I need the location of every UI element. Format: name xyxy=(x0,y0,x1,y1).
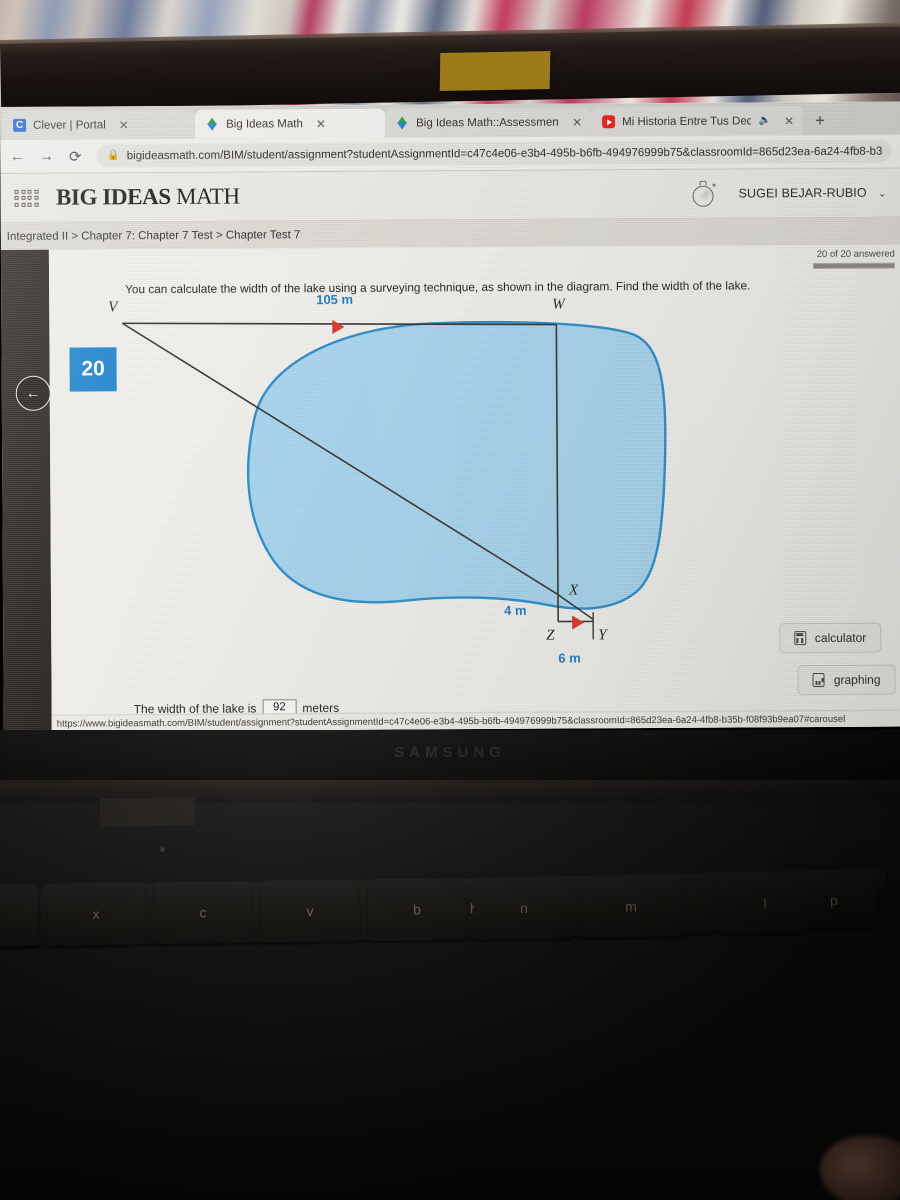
laptop-screen: C Clever | Portal ✕ Big Ideas Math ✕ Big… xyxy=(0,101,900,732)
progress-label: 20 of 20 answered xyxy=(816,248,895,261)
hand-shadow xyxy=(820,1136,900,1200)
keyboard-key[interactable]: z xyxy=(0,883,39,948)
point-label-V: V xyxy=(108,299,119,315)
keyboard-key[interactable]: n xyxy=(474,876,574,940)
close-icon[interactable]: ✕ xyxy=(572,115,582,129)
bar-chart-icon xyxy=(812,672,825,688)
brand-logo: BIG IDEAS MATH xyxy=(56,184,240,211)
point-label-Z: Z xyxy=(546,628,555,644)
question-card: 20 of 20 answered You can calculate the … xyxy=(48,244,900,732)
laptop-chassis: SAMSUNG ←→⟳□▣☀☀🔇🔊 !1@2#3$4%5^6&7*8(9)0_-… xyxy=(0,730,900,1200)
lock-icon: 🔒 xyxy=(107,150,120,162)
address-bar[interactable]: 🔒 bigideasmath.com/BIM/student/assignmen… xyxy=(96,139,892,168)
clever-icon: C xyxy=(13,118,27,132)
stopwatch-icon[interactable] xyxy=(690,180,716,207)
progress-indicator: 20 of 20 answered xyxy=(812,248,896,270)
measure-6m: 6 m xyxy=(558,650,580,665)
app-header: BIG IDEAS MATH SUGEI BEJAR-RUBIO ⌄ xyxy=(0,168,900,223)
measure-105m: 105 m xyxy=(316,292,353,307)
youtube-icon xyxy=(602,115,616,129)
keyboard-key[interactable]: v xyxy=(260,879,360,943)
point-label-Y: Y xyxy=(598,627,608,643)
close-icon[interactable]: ✕ xyxy=(784,114,794,128)
calculator-icon xyxy=(793,631,806,646)
browser-tab-assessment[interactable]: Big Ideas Math::Assessment ✕ xyxy=(385,107,592,138)
status-led xyxy=(160,847,165,852)
point-label-W: W xyxy=(552,297,566,313)
graphing-button[interactable]: graphing xyxy=(797,664,896,696)
lake-shape xyxy=(246,320,667,610)
keyboard-key[interactable]: c xyxy=(153,880,253,945)
speaker-grille-left xyxy=(99,797,196,827)
graphing-label: graphing xyxy=(833,672,881,687)
browser-tab-big-ideas-math[interactable]: Big Ideas Math ✕ xyxy=(195,108,386,139)
progress-bar xyxy=(812,262,896,270)
keyboard[interactable]: ←→⟳□▣☀☀🔇🔊 !1@2#3$4%5^6&7*8(9)0_- qwertyu… xyxy=(0,868,900,1200)
keyboard-key[interactable]: b xyxy=(367,877,467,942)
browser-tab-youtube[interactable]: Mi Historia Entre Tus Dedos 🔈 ✕ xyxy=(591,106,804,137)
left-rail xyxy=(0,249,52,732)
user-menu[interactable]: SUGEI BEJAR-RUBIO ⌄ xyxy=(739,184,887,203)
apps-grid-icon[interactable] xyxy=(14,189,39,207)
previous-question-button[interactable]: ← xyxy=(15,375,51,411)
new-tab-button[interactable]: + xyxy=(803,111,837,135)
samsung-logo: SAMSUNG xyxy=(394,744,506,761)
arrow-marker-zy xyxy=(572,615,585,630)
back-icon[interactable]: ← xyxy=(9,148,25,165)
question-number-badge: 20 xyxy=(69,347,117,392)
speaker-grille-right xyxy=(780,808,880,838)
browser-tab-clever[interactable]: C Clever | Portal ✕ xyxy=(2,109,196,140)
calculator-button[interactable]: calculator xyxy=(778,622,882,654)
calculator-label: calculator xyxy=(814,630,867,646)
assignment-body: 20 of 20 answered You can calculate the … xyxy=(0,244,900,732)
forward-icon[interactable]: → xyxy=(38,148,54,165)
chevron-down-icon: ⌄ xyxy=(878,188,887,200)
address-bar-url: bigideasmath.com/BIM/student/assignment?… xyxy=(126,145,883,162)
browser-toolbar: ← → ⟳ 🔒 bigideasmath.com/BIM/student/ass… xyxy=(0,134,900,174)
audio-playing-icon[interactable]: 🔈 xyxy=(759,115,772,126)
brand-light: MATH xyxy=(175,183,240,209)
big-ideas-math-icon xyxy=(206,118,219,131)
measure-4m: 4 m xyxy=(504,603,526,618)
browser-tab-strip: C Clever | Portal ✕ Big Ideas Math ✕ Big… xyxy=(0,101,900,140)
screen-bottom-bezel: SAMSUNG xyxy=(0,730,900,780)
tab-title: Mi Historia Entre Tus Dedos xyxy=(622,114,752,128)
brand-bold: BIG IDEAS xyxy=(55,183,171,210)
tab-title: Clever | Portal xyxy=(33,118,106,132)
lake-survey-diagram: V W X Z Y 105 m 4 m 6 m xyxy=(104,292,686,666)
close-icon[interactable]: ✕ xyxy=(119,118,129,132)
sticky-note xyxy=(439,51,551,91)
point-label-X: X xyxy=(568,582,579,598)
tab-title: Big Ideas Math::Assessment xyxy=(416,116,560,129)
close-icon[interactable]: ✕ xyxy=(316,117,326,131)
user-name: SUGEI BEJAR-RUBIO xyxy=(738,185,867,201)
keyboard-key[interactable]: m xyxy=(581,874,681,939)
tab-title: Big Ideas Math xyxy=(226,117,303,131)
keyboard-key[interactable]: x xyxy=(46,882,146,946)
big-ideas-math-icon xyxy=(396,117,409,130)
reload-icon[interactable]: ⟳ xyxy=(67,147,83,165)
keyboard-key[interactable]: l xyxy=(720,872,810,934)
arrow-marker-vw xyxy=(332,319,345,334)
keyboard-bottom-row[interactable]: zxcvbnm xyxy=(0,874,681,948)
